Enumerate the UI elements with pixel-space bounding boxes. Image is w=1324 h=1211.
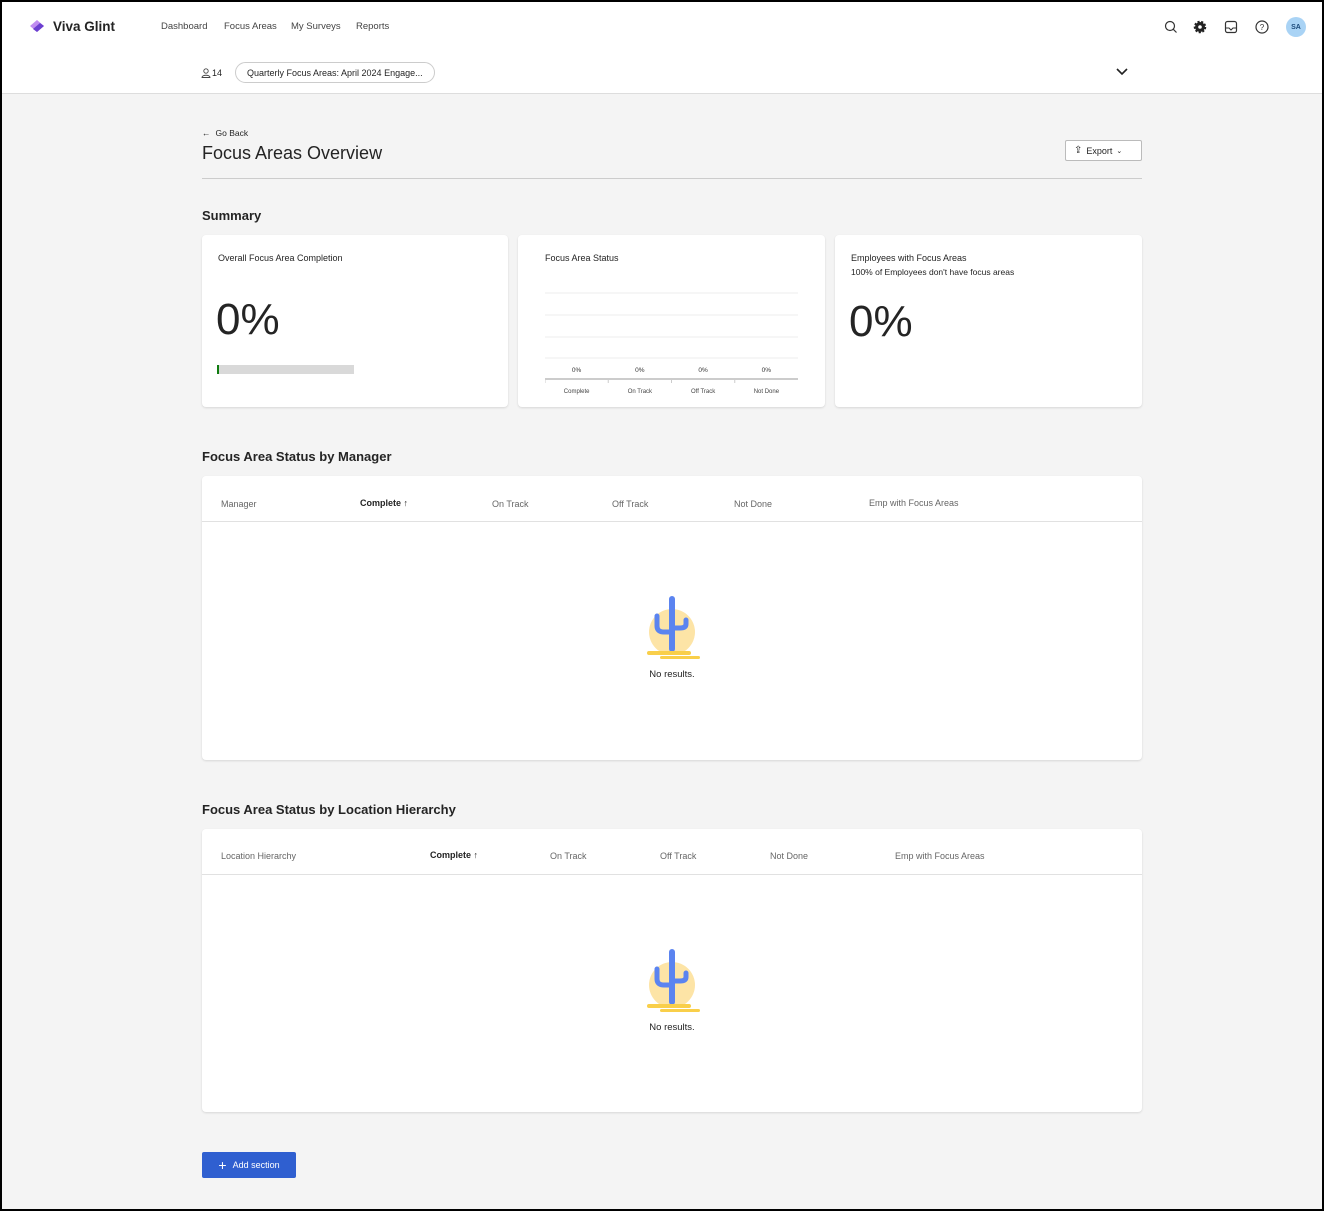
top-navigation-bar: Viva Glint Dashboard Focus Areas My Surv…	[2, 2, 1322, 52]
employees-value: 0%	[849, 297, 913, 346]
nav-my-surveys[interactable]: My Surveys	[291, 21, 341, 32]
export-button[interactable]: ⇪ Export ⌄	[1065, 140, 1142, 161]
page-title: Focus Areas Overview	[202, 143, 383, 163]
column-emp-with-focus-areas[interactable]: Emp with Focus Areas	[895, 851, 985, 861]
data-label: 0%	[572, 367, 582, 374]
survey-selector[interactable]: Quarterly Focus Areas: April 2024 Engage…	[235, 62, 435, 83]
column-on-track[interactable]: On Track	[492, 499, 529, 509]
table-header: Location Hierarchy Complete ↑ On Track O…	[202, 829, 1142, 875]
svg-text:?: ?	[1260, 23, 1265, 32]
inbox-icon[interactable]	[1223, 19, 1239, 35]
column-emp-with-focus-areas[interactable]: Emp with Focus Areas	[869, 498, 959, 508]
status-bar-chart: 0% Complete 0% On Track 0% Off Track 0% Not Don…	[545, 292, 798, 395]
viva-glint-logo-icon	[30, 20, 44, 32]
chevron-down-icon[interactable]	[1115, 67, 1129, 77]
column-off-track[interactable]: Off Track	[660, 851, 696, 861]
manager-heading: Focus Area Status by Manager	[202, 449, 392, 464]
completion-value: 0%	[216, 295, 280, 344]
category-label: Complete	[564, 389, 590, 395]
location-heading: Focus Area Status by Location Hierarchy	[202, 802, 456, 817]
search-icon[interactable]	[1163, 19, 1179, 35]
data-label: 0%	[698, 367, 708, 374]
add-section-button[interactable]: + Add section	[202, 1152, 296, 1178]
arrow-left-icon: ←	[202, 128, 211, 138]
nav-dashboard[interactable]: Dashboard	[161, 21, 207, 32]
manager-table: Manager Complete ↑ On Track Off Track No…	[202, 476, 1142, 760]
data-label: 0%	[762, 367, 772, 374]
cactus-illustration-icon	[647, 596, 700, 659]
cactus-illustration-icon	[647, 949, 700, 1012]
column-complete-label: Complete	[430, 850, 472, 860]
no-results-text: No results.	[649, 1022, 695, 1033]
column-complete-label: Complete	[360, 498, 402, 508]
chevron-down-icon: ⌄	[1116, 147, 1123, 155]
category-label: Off Track	[691, 389, 716, 395]
completion-title: Overall Focus Area Completion	[218, 253, 343, 263]
help-icon[interactable]: ?	[1254, 19, 1270, 35]
gear-icon[interactable]	[1192, 19, 1208, 35]
go-back-label: Go Back	[215, 128, 249, 138]
employees-title: Employees with Focus Areas	[851, 253, 967, 263]
go-back-link[interactable]: ← Go Back	[202, 128, 248, 138]
empty-state: No results.	[622, 947, 722, 1033]
column-location-hierarchy[interactable]: Location Hierarchy	[221, 851, 296, 861]
category-label: Not Done	[754, 389, 780, 395]
column-on-track[interactable]: On Track	[550, 851, 587, 861]
column-complete[interactable]: Complete ↑	[430, 850, 478, 860]
completion-card: Overall Focus Area Completion 0%	[202, 235, 508, 407]
divider	[202, 178, 1142, 179]
nav-reports[interactable]: Reports	[356, 21, 389, 32]
column-manager[interactable]: Manager	[221, 499, 257, 509]
participant-count: 14	[212, 68, 223, 78]
empty-state: No results.	[622, 594, 722, 680]
completion-progress-bar	[217, 365, 354, 374]
column-not-done[interactable]: Not Done	[734, 499, 772, 509]
category-label: On Track	[628, 389, 653, 395]
share-icon: ⇪	[1074, 145, 1083, 156]
employees-card: Employees with Focus Areas 100% of Emplo…	[835, 235, 1142, 407]
table-header: Manager Complete ↑ On Track Off Track No…	[202, 476, 1142, 522]
status-card: Focus Area Status 0% Complete 0% On Track 0%…	[518, 235, 825, 407]
progress-fill	[217, 365, 219, 374]
column-complete[interactable]: Complete ↑	[360, 498, 408, 508]
no-results-text: No results.	[649, 669, 695, 680]
sort-ascending-icon: ↑	[403, 498, 409, 508]
column-off-track[interactable]: Off Track	[612, 499, 648, 509]
nav-focus-areas[interactable]: Focus Areas	[224, 21, 277, 32]
status-title: Focus Area Status	[545, 253, 619, 263]
survey-context-bar: 14 Quarterly Focus Areas: April 2024 Eng…	[2, 52, 1322, 94]
data-label: 0%	[635, 367, 645, 374]
plus-icon: +	[218, 1157, 227, 1173]
user-avatar[interactable]: SA	[1286, 17, 1306, 37]
app-name: Viva Glint	[53, 19, 116, 34]
sort-ascending-icon: ↑	[473, 850, 479, 860]
person-icon	[201, 68, 211, 78]
app-window: Viva Glint Dashboard Focus Areas My Surv…	[2, 2, 1322, 1209]
location-table: Location Hierarchy Complete ↑ On Track O…	[202, 829, 1142, 1112]
summary-heading: Summary	[202, 208, 262, 223]
column-not-done[interactable]: Not Done	[770, 851, 808, 861]
employees-subtitle: 100% of Employees don't have focus areas	[851, 267, 1015, 277]
export-label: Export	[1086, 145, 1113, 156]
add-section-label: Add section	[232, 1160, 280, 1170]
